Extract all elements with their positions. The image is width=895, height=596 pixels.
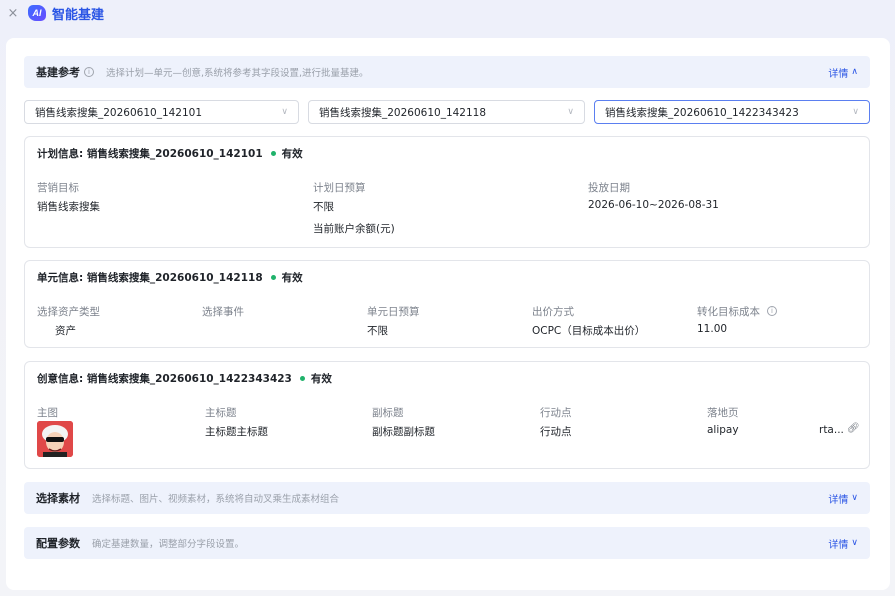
main-image-label: 主图 xyxy=(37,407,58,419)
marketing-goal-label: 营销目标 xyxy=(37,182,79,194)
target-cost-label: 转化目标成本 xyxy=(697,306,760,318)
info-icon[interactable]: i xyxy=(767,306,777,316)
material-detail-toggle[interactable]: 详情 ∨ xyxy=(828,491,858,506)
avatar-image xyxy=(37,421,73,457)
bid-method-label: 出价方式 xyxy=(532,306,574,318)
info-icon[interactable]: i xyxy=(84,67,94,77)
creative-card-header: 创意信息: 销售线索搜集_20260610_1422343423 有效 xyxy=(37,371,332,386)
link-icon[interactable]: 🔗︎ xyxy=(847,423,860,434)
plan-card-title: 计划信息: 销售线索搜集_20260610_142101 xyxy=(37,148,263,160)
chevron-up-icon: ∧ xyxy=(851,67,858,77)
daily-budget-value: 不限 xyxy=(313,201,334,213)
section-material-title: 选择素材 xyxy=(36,492,80,505)
unit-info-card: 单元信息: 销售线索搜集_20260610_142118 有效 选择资产类型 资… xyxy=(24,260,870,348)
section-reference-title: 基建参考 xyxy=(36,66,80,79)
chevron-down-icon: ∨ xyxy=(567,107,574,117)
reference-detail-toggle[interactable]: 详情 ∧ xyxy=(828,65,858,80)
asset-type-value: 资产 xyxy=(55,325,76,337)
landing-page-label: 落地页 xyxy=(707,407,739,419)
landing-page-value: alipay xyxy=(707,424,739,436)
status-badge: 有效 xyxy=(281,148,303,160)
unit-select-value: 销售线索搜集_20260610_142118 xyxy=(319,106,487,119)
status-dot xyxy=(270,275,276,280)
page-title: 智能基建 xyxy=(52,7,105,23)
account-balance-label: 当前账户余额(元) xyxy=(313,223,395,235)
ai-logo-icon: AI xyxy=(28,5,46,21)
plan-select[interactable]: 销售线索搜集_20260610_142101 ∨ xyxy=(24,100,299,124)
creative-select-value: 销售线索搜集_20260610_1422343423 xyxy=(605,106,799,119)
unit-card-header: 单元信息: 销售线索搜集_20260610_142118 有效 xyxy=(37,270,303,285)
daily-budget-label: 计划日预算 xyxy=(313,182,366,194)
status-dot xyxy=(270,151,276,156)
section-material-header: 选择素材 选择标题、图片、视频素材，系统将自动叉乘生成素材组合 详情 ∨ xyxy=(24,482,870,514)
section-config-title: 配置参数 xyxy=(36,537,80,550)
asset-type-label: 选择资产类型 xyxy=(37,306,100,318)
action-label: 行动点 xyxy=(540,407,572,419)
creative-card-title: 创意信息: 销售线索搜集_20260610_1422343423 xyxy=(37,373,292,385)
action-value: 行动点 xyxy=(540,426,572,438)
plan-card-header: 计划信息: 销售线索搜集_20260610_142101 有效 xyxy=(37,146,303,161)
unit-select[interactable]: 销售线索搜集_20260610_142118 ∨ xyxy=(308,100,585,124)
detail-label: 详情 xyxy=(828,68,849,80)
plan-info-card: 计划信息: 销售线索搜集_20260610_142101 有效 营销目标 销售线… xyxy=(24,136,870,248)
creative-select[interactable]: 销售线索搜集_20260610_1422343423 ∨ xyxy=(594,100,870,124)
bid-method-value: OCPC（目标成本出价） xyxy=(532,325,646,337)
section-material-hint: 选择标题、图片、视频素材，系统将自动叉乘生成素材组合 xyxy=(92,494,340,505)
unit-card-title: 单元信息: 销售线索搜集_20260610_142118 xyxy=(37,272,263,284)
section-reference-header: 基建参考 i 选择计划—单元—创意,系统将参考其字段设置,进行批量基建。 详情 … xyxy=(24,56,870,88)
chevron-down-icon: ∨ xyxy=(852,107,859,117)
landing-page-value-suffix: rta... xyxy=(819,424,844,436)
main-image-thumbnail[interactable] xyxy=(37,421,73,457)
target-cost-value: 11.00 xyxy=(697,323,728,335)
main-title-value: 主标题主标题 xyxy=(205,426,268,438)
status-badge: 有效 xyxy=(310,373,332,385)
close-icon[interactable]: × xyxy=(6,6,20,21)
chevron-down-icon: ∨ xyxy=(851,493,858,503)
chevron-down-icon: ∨ xyxy=(851,538,858,548)
marketing-goal-value: 销售线索搜集 xyxy=(37,201,100,213)
detail-label: 详情 xyxy=(828,539,849,551)
config-detail-toggle[interactable]: 详情 ∨ xyxy=(828,536,858,551)
subtitle-label: 副标题 xyxy=(372,407,404,419)
section-config-hint: 确定基建数量，调整部分字段设置。 xyxy=(92,539,245,550)
schedule-value: 2026-06-10~2026-08-31 xyxy=(588,199,719,211)
section-config-header: 配置参数 确定基建数量，调整部分字段设置。 详情 ∨ xyxy=(24,527,870,559)
detail-label: 详情 xyxy=(828,494,849,506)
main-panel: 基建参考 i 选择计划—单元—创意,系统将参考其字段设置,进行批量基建。 详情 … xyxy=(6,38,890,590)
section-reference-hint: 选择计划—单元—创意,系统将参考其字段设置,进行批量基建。 xyxy=(106,68,369,79)
event-label: 选择事件 xyxy=(202,306,244,318)
status-badge: 有效 xyxy=(281,272,303,284)
schedule-label: 投放日期 xyxy=(588,182,630,194)
unit-budget-value: 不限 xyxy=(367,325,388,337)
subtitle-value: 副标题副标题 xyxy=(372,426,435,438)
unit-budget-label: 单元日预算 xyxy=(367,306,420,318)
top-bar: × AI 智能基建 xyxy=(0,0,895,26)
status-dot xyxy=(299,376,305,381)
creative-info-card: 创意信息: 销售线索搜集_20260610_1422343423 有效 主图 主… xyxy=(24,361,870,469)
plan-select-value: 销售线索搜集_20260610_142101 xyxy=(35,106,203,119)
chevron-down-icon: ∨ xyxy=(281,107,288,117)
main-title-label: 主标题 xyxy=(205,407,237,419)
